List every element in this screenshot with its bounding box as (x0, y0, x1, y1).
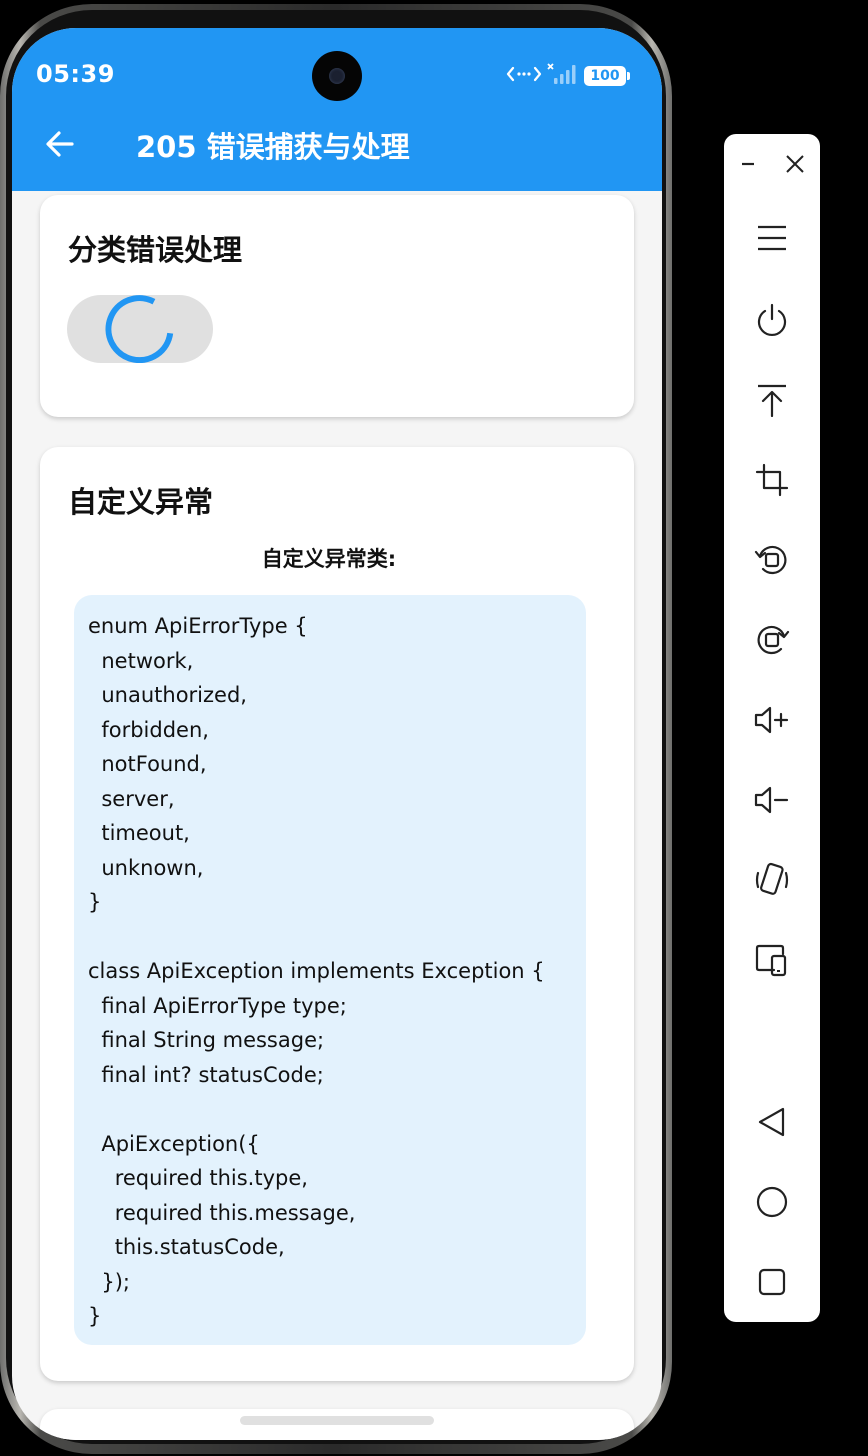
loading-spinner-icon (105, 295, 174, 364)
recents-nav-button[interactable] (750, 1260, 794, 1304)
crop-icon (755, 463, 789, 497)
recents-nav-icon (758, 1268, 786, 1296)
menu-button[interactable] (750, 216, 794, 260)
signal-icon (546, 62, 580, 90)
data-transfer-icon (506, 63, 542, 89)
power-icon (757, 303, 787, 336)
classified-error-card: 分类错误处理 (40, 195, 634, 417)
code-caption: 自定义异常类: (261, 547, 397, 571)
volume-up-button[interactable] (750, 698, 794, 742)
rotate-right-button[interactable] (750, 618, 794, 662)
section-title: 自定义异常 (68, 485, 214, 519)
crop-button[interactable] (750, 458, 794, 502)
front-camera (312, 51, 362, 101)
upload-top-button[interactable] (750, 378, 794, 422)
arrow-left-icon (46, 131, 74, 157)
back-button[interactable] (40, 124, 80, 164)
volume-down-button[interactable] (750, 778, 794, 822)
rotate-left-button[interactable] (750, 538, 794, 582)
close-button[interactable] (782, 150, 808, 178)
volume-up-icon (754, 706, 789, 734)
menu-icon (758, 225, 786, 251)
emulator-toolbar (724, 134, 820, 1322)
code-block: enum ApiErrorType { network, unauthorize… (74, 595, 586, 1345)
rotate-right-icon (757, 625, 790, 655)
minimize-button[interactable] (736, 150, 760, 178)
page-title: 205 错误捕获与处理 (136, 130, 410, 164)
rotate-left-icon (754, 545, 787, 575)
power-button[interactable] (750, 298, 794, 342)
status-icons: 100 (506, 62, 630, 90)
custom-exception-card: 自定义异常 自定义异常类: enum ApiErrorType { networ… (40, 447, 634, 1381)
screen-mirror-button[interactable] (750, 938, 794, 982)
battery-icon: 100 (584, 66, 630, 86)
upload-top-icon (758, 384, 786, 417)
status-time: 05:39 (36, 60, 115, 88)
section-title: 分类错误处理 (68, 233, 243, 267)
home-nav-icon (756, 1186, 788, 1218)
shake-button[interactable] (750, 858, 794, 902)
home-nav-button[interactable] (750, 1180, 794, 1224)
shake-icon (755, 862, 789, 895)
close-icon (786, 155, 804, 173)
code-text: enum ApiErrorType { network, unauthorize… (88, 614, 545, 1328)
loading-button[interactable] (67, 295, 213, 364)
back-nav-button[interactable] (750, 1100, 794, 1144)
back-nav-icon (758, 1107, 785, 1137)
volume-down-icon (754, 786, 789, 814)
app-bar: 05:39 100 205 错误捕获与处理 (12, 28, 662, 191)
device-screen: 05:39 100 205 错误捕获与处理 分类错误处理 自定义异常 自定义异常… (12, 28, 662, 1440)
home-indicator[interactable] (240, 1416, 434, 1425)
screen-mirror-icon (755, 944, 787, 977)
minimize-icon (742, 162, 754, 166)
